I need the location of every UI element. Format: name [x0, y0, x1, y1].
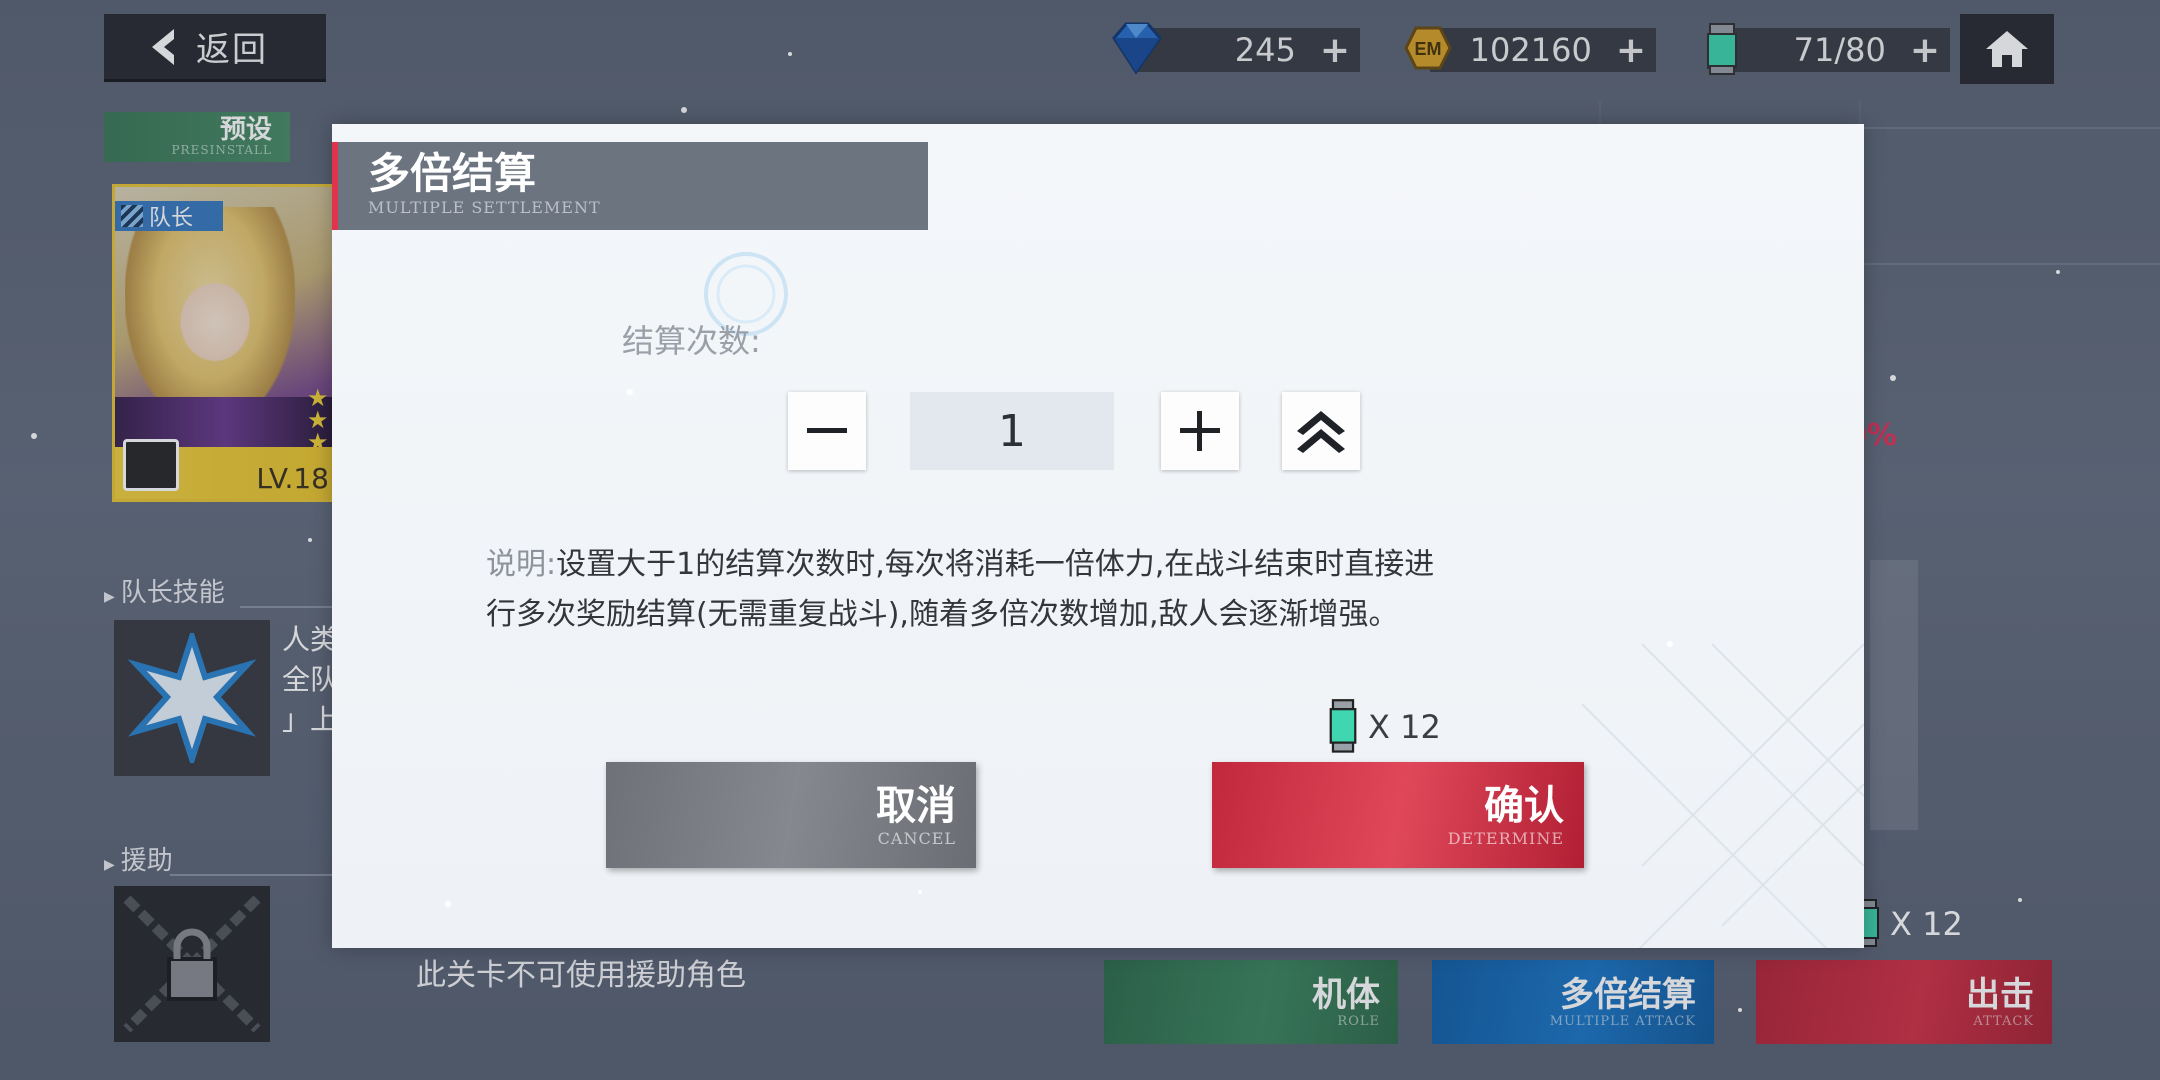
description-line: 说明:设置大于1的结算次数时,每次将消耗一倍体力,在战斗结束时直接进 [486, 540, 1706, 590]
stamina-canister-icon [1329, 699, 1357, 753]
cancel-label: 取消 [876, 782, 956, 829]
dialog-header: 多倍结算 MULTIPLE SETTLEMENT [332, 142, 928, 230]
settlement-cost-value: X 12 [1368, 708, 1441, 746]
description-lead: 说明: [486, 547, 557, 582]
dialog-title-en: MULTIPLE SETTLEMENT [368, 198, 601, 217]
settlement-count-label: 结算次数: [622, 322, 761, 360]
confirm-label-en: DETERMINE [1447, 828, 1564, 848]
confirm-label: 确认 [1484, 782, 1564, 829]
multiple-settlement-dialog: 多倍结算 MULTIPLE SETTLEMENT 结算次数: 说明:设置大于1的… [332, 124, 1864, 948]
settlement-description: 说明:设置大于1的结算次数时,每次将消耗一倍体力,在战斗结束时直接进 行多次奖励… [486, 540, 1706, 640]
max-button[interactable] [1282, 392, 1360, 470]
cancel-label-en: CANCEL [877, 828, 956, 848]
confirm-button[interactable]: 确认 DETERMINE [1212, 762, 1584, 868]
minus-icon [807, 428, 847, 433]
increment-button[interactable] [1161, 392, 1239, 470]
plus-icon [1180, 411, 1220, 451]
settlement-cost: X 12 [1326, 698, 1441, 756]
modal-decoration [445, 252, 1864, 948]
double-chevron-up-icon [1297, 411, 1345, 453]
cancel-button[interactable]: 取消 CANCEL [606, 762, 976, 868]
dialog-title: 多倍结算 [368, 149, 537, 198]
description-text-1: 设置大于1的结算次数时,每次将消耗一倍体力,在战斗结束时直接进 [556, 547, 1435, 582]
decrement-button[interactable] [788, 392, 866, 470]
description-text-2: 行多次奖励结算(无需重复战斗),随着多倍次数增加,敌人会逐渐增强。 [486, 597, 1399, 632]
settlement-count-input[interactable] [910, 392, 1114, 470]
